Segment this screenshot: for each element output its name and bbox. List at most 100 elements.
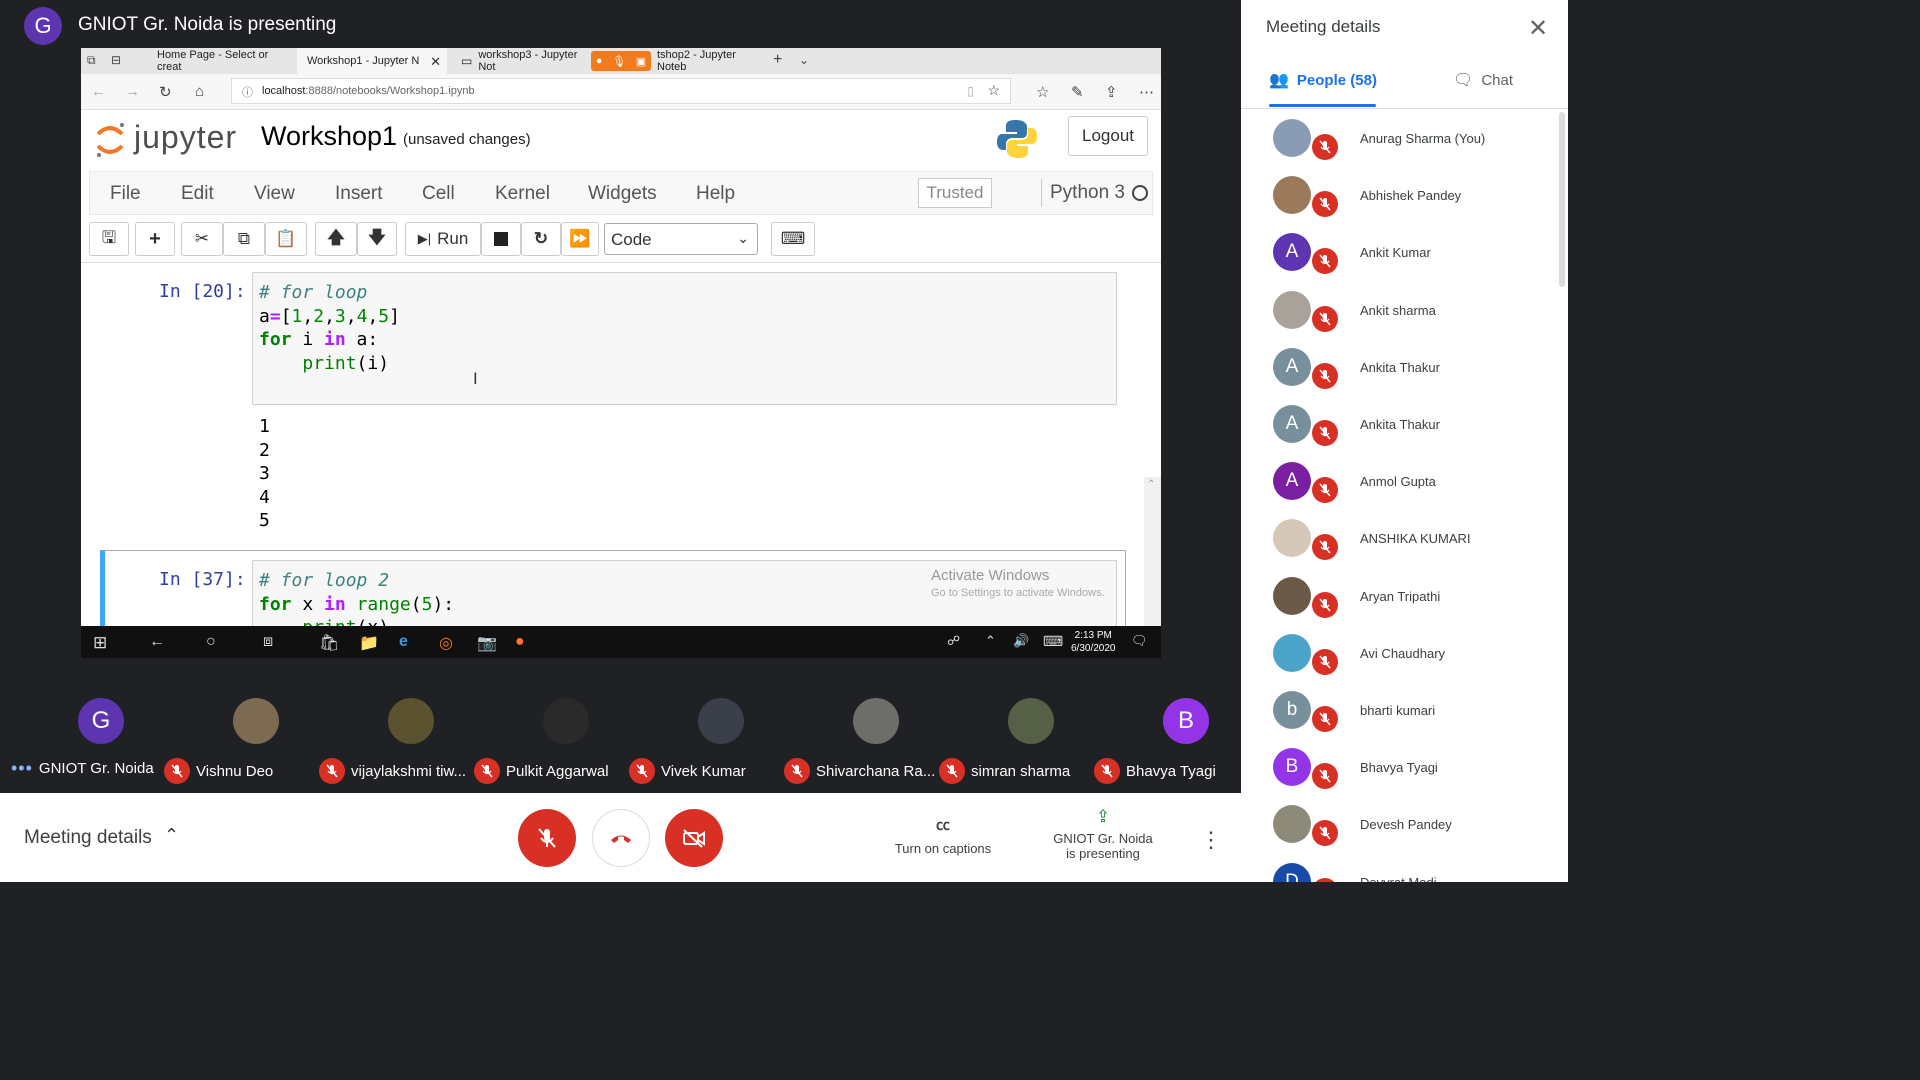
chevron-up-icon[interactable]: ⌃ bbox=[985, 633, 996, 649]
move-up-button[interactable]: 🡅 bbox=[315, 222, 357, 256]
pen-icon[interactable]: ✎ bbox=[1071, 83, 1084, 101]
scroll-up-icon[interactable]: ⌃ bbox=[1147, 479, 1155, 490]
menu-kernel[interactable]: Kernel bbox=[495, 183, 550, 205]
favorites-icon[interactable]: ☆ bbox=[1036, 83, 1049, 101]
browser-tab-active[interactable]: Workshop1 - Jupyter N ✕ bbox=[297, 48, 447, 74]
trusted-indicator[interactable]: Trusted bbox=[918, 178, 992, 208]
participant-row[interactable]: Anurag Sharma (You) bbox=[1241, 109, 1568, 166]
menu-file[interactable]: File bbox=[110, 183, 141, 205]
more-options-icon[interactable]: ⋮ bbox=[1200, 827, 1222, 853]
file-explorer-icon[interactable]: 📁 bbox=[359, 633, 379, 653]
code-cell-editor[interactable]: # for loop a=[1,2,3,4,5] for i in a: pri… bbox=[252, 272, 1117, 405]
menu-edit[interactable]: Edit bbox=[181, 183, 214, 205]
refresh-icon[interactable]: ↻ bbox=[159, 83, 172, 101]
participant-row[interactable]: A Anmol Gupta bbox=[1241, 452, 1568, 509]
participant-row[interactable]: A Ankit Kumar bbox=[1241, 223, 1568, 280]
copy-button[interactable]: ⧉ bbox=[223, 222, 265, 256]
participant-row[interactable]: Avi Chaudhary bbox=[1241, 624, 1568, 681]
close-icon[interactable]: ✕ bbox=[430, 54, 441, 70]
new-tab-icon[interactable]: + bbox=[773, 51, 782, 69]
logout-button[interactable]: Logout bbox=[1068, 116, 1148, 156]
back-icon[interactable]: ← bbox=[91, 83, 106, 100]
command-palette-button[interactable]: ⌨ bbox=[771, 222, 815, 256]
browser-tab[interactable]: ▭ workshop3 - Jupyter Not bbox=[451, 48, 591, 74]
browser-tab[interactable]: Home Page - Select or creat bbox=[147, 48, 287, 74]
participant-row[interactable]: ANSHIKA KUMARI bbox=[1241, 509, 1568, 566]
windows-start-icon[interactable]: ⊞ bbox=[93, 633, 107, 653]
avatar bbox=[698, 698, 744, 744]
browser-tab[interactable]: tshop2 - Jupyter Noteb bbox=[647, 48, 767, 74]
tab-chat[interactable]: 🗨 Chat bbox=[1453, 70, 1513, 90]
participant-row[interactable]: A Ankita Thakur bbox=[1241, 395, 1568, 452]
kernel-name[interactable]: Python 3 bbox=[1050, 182, 1125, 204]
cortana-icon[interactable]: ○ bbox=[206, 633, 216, 651]
hang-up-icon bbox=[611, 835, 631, 843]
reading-view-icon[interactable]: ▯ bbox=[967, 84, 974, 98]
save-button[interactable]: 🖫 bbox=[89, 222, 129, 256]
firefox-icon[interactable]: ● bbox=[515, 633, 525, 651]
keyboard-icon[interactable]: ⌨ bbox=[1043, 633, 1063, 650]
participant-row[interactable]: D Devyrat Modi bbox=[1241, 853, 1568, 882]
insert-cell-button[interactable]: + bbox=[135, 222, 175, 256]
tab-people[interactable]: 👥 People (58) bbox=[1269, 70, 1377, 90]
participant-row[interactable]: Ankit sharma bbox=[1241, 281, 1568, 338]
favorite-star-icon[interactable]: ☆ bbox=[987, 82, 1000, 99]
presenting-status-button[interactable]: ⇪ GNIOT Gr. Noida is presenting bbox=[1038, 807, 1168, 861]
camera-icon[interactable]: 📷 bbox=[477, 633, 497, 653]
more-icon[interactable]: ⋯ bbox=[1139, 83, 1154, 101]
home-icon[interactable]: ⌂ bbox=[195, 83, 204, 100]
url-field[interactable]: ⓘ localhost:8888/notebooks/Workshop1.ipy… bbox=[231, 78, 1011, 104]
recording-indicator: ● 🎙 ▣ bbox=[591, 51, 651, 71]
menu-insert[interactable]: Insert bbox=[335, 183, 383, 205]
notebook-title[interactable]: Workshop1 bbox=[261, 121, 397, 152]
participant-name: simran sharma bbox=[971, 762, 1071, 780]
participant-row[interactable]: B Bhavya Tyagi bbox=[1241, 738, 1568, 795]
taskbar-clock[interactable]: 2:13 PM 6/30/2020 bbox=[1071, 629, 1116, 655]
interrupt-button[interactable] bbox=[481, 222, 521, 256]
close-icon[interactable]: ✕ bbox=[1528, 14, 1548, 43]
leave-call-button[interactable] bbox=[592, 809, 650, 867]
camera-toggle-button[interactable] bbox=[665, 809, 723, 867]
menu-help[interactable]: Help bbox=[696, 183, 735, 205]
mic-toggle-button[interactable] bbox=[518, 809, 576, 867]
participant-row[interactable]: Abhishek Pandey bbox=[1241, 166, 1568, 223]
people-list: Anurag Sharma (You) Abhishek Pandey A Ankit… bbox=[1241, 109, 1568, 882]
participant-row[interactable]: Aryan Tripathi bbox=[1241, 567, 1568, 624]
people-icon[interactable]: ☍ bbox=[947, 633, 960, 649]
mic-off-icon bbox=[1312, 477, 1338, 504]
set-aside-tabs-icon[interactable]: ⊟ bbox=[111, 53, 121, 67]
move-down-button[interactable]: 🡇 bbox=[357, 222, 397, 256]
cut-button[interactable]: ✂ bbox=[181, 222, 223, 256]
captions-button[interactable]: ㏄ Turn on captions bbox=[868, 815, 1018, 856]
restart-run-all-button[interactable]: ⏩ bbox=[561, 222, 599, 256]
menu-view[interactable]: View bbox=[254, 183, 295, 205]
participant-name: Ankita Thakur bbox=[1360, 359, 1440, 375]
jupyter-logo-icon[interactable] bbox=[95, 122, 125, 158]
menu-widgets[interactable]: Widgets bbox=[588, 183, 657, 205]
participant-row[interactable]: Devesh Pandey bbox=[1241, 795, 1568, 852]
task-view-icon[interactable]: ⧈ bbox=[263, 633, 273, 651]
notifications-icon[interactable]: 🗨 bbox=[1131, 633, 1148, 649]
info-icon: ⓘ bbox=[242, 87, 253, 99]
restart-button[interactable]: ↻ bbox=[521, 222, 561, 256]
paste-button[interactable]: 📋 bbox=[265, 222, 307, 256]
chevron-down-icon[interactable]: ⌄ bbox=[799, 53, 809, 67]
meeting-details-button[interactable]: Meeting details bbox=[24, 827, 152, 849]
forward-icon[interactable]: → bbox=[125, 83, 140, 100]
volume-icon[interactable]: 🔊 bbox=[1013, 633, 1029, 649]
participant-row[interactable]: b bharti kumari bbox=[1241, 681, 1568, 738]
share-icon[interactable]: ⇪ bbox=[1105, 83, 1118, 101]
edge-icon[interactable]: e bbox=[399, 633, 408, 651]
cell-type-select[interactable]: Code ⌄ bbox=[604, 223, 758, 255]
stop-icon bbox=[494, 232, 508, 246]
participant-row[interactable]: A Ankita Thakur bbox=[1241, 338, 1568, 395]
jupyter-app-icon[interactable]: ◎ bbox=[439, 633, 453, 653]
chevron-down-icon: ⌄ bbox=[737, 230, 749, 246]
chevron-up-icon[interactable]: ⌃ bbox=[164, 825, 179, 846]
tab-preview-icon[interactable]: ⧉ bbox=[87, 53, 96, 68]
run-button[interactable]: ▶| Run bbox=[405, 222, 481, 256]
back-arrow-icon[interactable]: ← bbox=[149, 633, 165, 651]
panel-scrollbar[interactable] bbox=[1559, 112, 1565, 287]
menu-cell[interactable]: Cell bbox=[422, 183, 455, 205]
store-icon[interactable]: 🛍 bbox=[319, 633, 339, 653]
